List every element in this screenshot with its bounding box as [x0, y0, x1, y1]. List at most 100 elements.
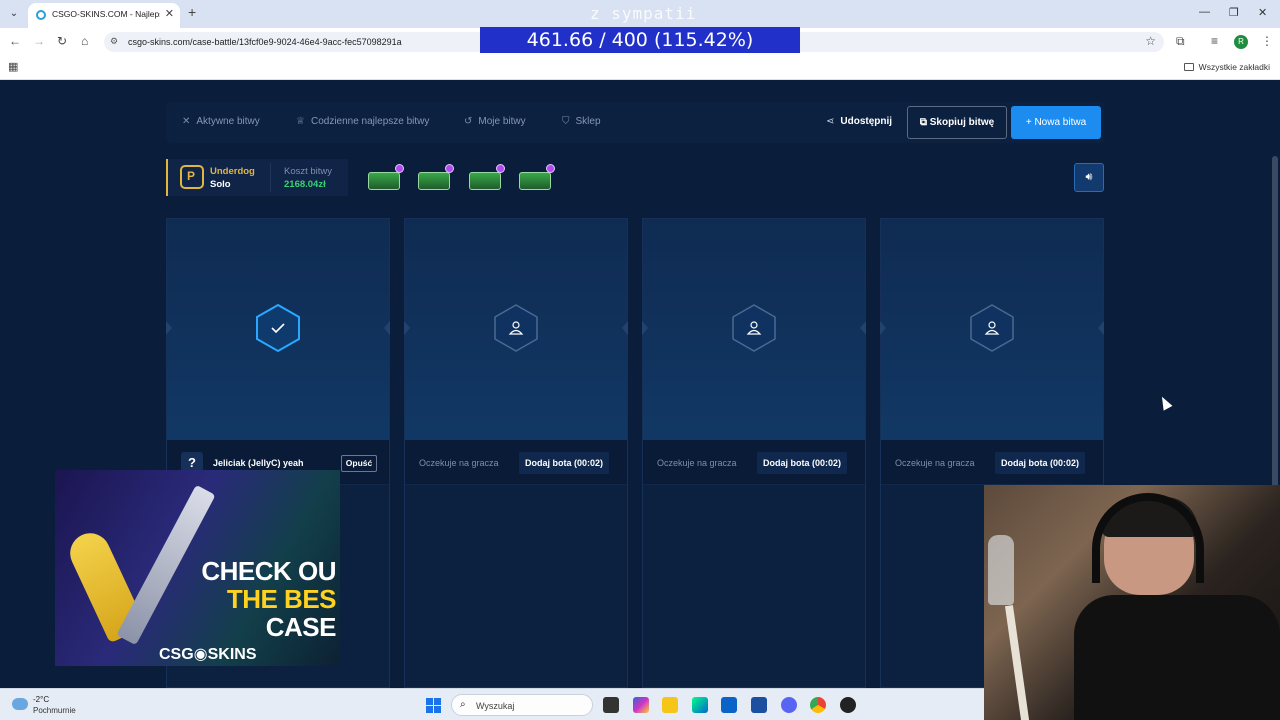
waiting-label: Oczekuje na gracza [419, 458, 499, 468]
case-image [469, 172, 501, 190]
store-icon[interactable] [751, 697, 767, 713]
profile-avatar[interactable]: R [1234, 35, 1248, 49]
nav-daily-best[interactable]: ♕ Codzienne najlepsze bitwy [296, 116, 429, 127]
task-view-icon[interactable] [603, 697, 619, 713]
case-badge [395, 164, 404, 173]
copilot-icon[interactable] [633, 697, 649, 713]
weather-condition: Pochmurnie [33, 706, 76, 715]
extensions-icon[interactable]: ⧉ [1176, 34, 1185, 49]
browser-tab-bar: ⌄ CSGO-SKINS.COM - Najlepsze ✕ + z sympa… [0, 0, 1280, 28]
slot-player-bar: Oczekuje na gracza Dodaj bota (00:02) [643, 439, 865, 485]
waiting-label: Oczekuje na gracza [657, 458, 737, 468]
discord-icon[interactable] [781, 697, 797, 713]
new-battle-button[interactable]: + Nowa bitwa [1011, 106, 1101, 139]
divider [270, 163, 271, 192]
ready-check-icon [256, 303, 300, 353]
outlook-icon[interactable] [721, 697, 737, 713]
tab-close-icon[interactable]: ✕ [165, 7, 174, 20]
cloud-icon[interactable] [12, 698, 28, 710]
search-icon: ⌕ [460, 699, 466, 710]
copy-icon: ⧉ [919, 117, 930, 128]
ad-line-2: THE BES [226, 584, 337, 614]
chrome-icon[interactable] [810, 697, 826, 713]
file-explorer-icon[interactable] [662, 697, 678, 713]
app-icon[interactable] [840, 697, 856, 713]
add-bot-button[interactable]: Dodaj bota (00:02) [519, 452, 610, 474]
nav-label: Aktywne bitwy [196, 116, 260, 127]
waiting-label: Oczekuje na gracza [895, 458, 975, 468]
case-thumbnail[interactable] [418, 164, 454, 190]
site-favicon-icon [36, 10, 46, 20]
streamer-webcam [984, 485, 1280, 720]
nav-label: Sklep [575, 116, 601, 127]
media-icon[interactable]: ≡ [1211, 34, 1218, 48]
sound-toggle-button[interactable]: 🔊︎ [1074, 163, 1104, 192]
case-thumbnail[interactable] [469, 164, 505, 190]
case-image [368, 172, 400, 190]
reel-left-marker [404, 321, 410, 335]
copy-battle-button[interactable]: ⧉ Skopiuj bitwę [907, 106, 1007, 139]
close-window-icon[interactable]: ✕ [1258, 6, 1267, 19]
battle-mode-info: Underdog Solo Koszt bitwy 2168.04zł [166, 159, 348, 196]
reel-left-marker [880, 321, 886, 335]
bookmark-star-icon[interactable]: ☆ [1145, 34, 1156, 48]
minimize-icon[interactable]: — [1199, 6, 1210, 18]
cost-label: Koszt bitwy [284, 166, 333, 177]
player-name: Jeliciak (JellyC) yeah [213, 458, 304, 468]
windows-start-icon[interactable] [426, 698, 441, 713]
case-badge [546, 164, 555, 173]
case-thumbnail[interactable] [368, 164, 404, 190]
reload-icon[interactable]: ↻ [57, 34, 67, 48]
ad-brand-logo: CSG◉SKINS [159, 646, 257, 663]
restore-icon[interactable]: ❐ [1229, 6, 1239, 19]
back-icon[interactable]: ← [9, 34, 21, 48]
mode-type: Solo [210, 179, 231, 190]
nav-my-battles[interactable]: ↺ Moje bitwy [464, 116, 526, 127]
add-bot-button[interactable]: Dodaj bota (00:02) [757, 452, 848, 474]
slot-reel [166, 219, 390, 439]
ad-line-1: CHECK OU [201, 556, 336, 586]
site-info-icon[interactable]: ⚙ [110, 36, 118, 47]
apps-grid-icon[interactable]: ▦ [8, 60, 18, 73]
all-bookmarks-label: Wszystkie zakładki [1198, 62, 1270, 72]
bottle-image [988, 535, 1014, 605]
cost-value: 2168.04zł [284, 179, 326, 190]
reel-right-marker [860, 321, 866, 335]
home-icon[interactable]: ⌂ [81, 34, 88, 48]
tab-search-chevron-icon[interactable]: ⌄ [6, 6, 22, 22]
nav-active-battles[interactable]: ✕ Aktywne bitwy [182, 116, 260, 127]
user-placeholder-icon [494, 304, 538, 352]
search-placeholder: Wyszukaj [476, 701, 515, 711]
battle-navbar: ✕ Aktywne bitwy ♕ Codzienne najlepsze bitw… [166, 102, 1104, 143]
nav-shop[interactable]: ⛉ Sklep [562, 116, 601, 127]
url-text: csgo-skins.com/case-battle/13fcf0e9-9024… [128, 37, 402, 47]
slot-reel [880, 219, 1104, 439]
case-badge [445, 164, 454, 173]
menu-kebab-icon[interactable]: ⋮ [1261, 34, 1273, 48]
reel-right-marker [622, 321, 628, 335]
slot-player-bar: Oczekuje na gracza Dodaj bota (00:02) [881, 439, 1103, 485]
forward-icon[interactable]: → [33, 34, 45, 48]
nav-label: Codzienne najlepsze bitwy [310, 116, 430, 127]
case-thumbnail[interactable] [519, 164, 555, 190]
sponsor-ad-overlay: CHECK OU THE BES CASE CSG◉SKINS [55, 470, 340, 666]
stream-overlay-caption: z sympatii [590, 4, 697, 23]
add-bot-button[interactable]: Dodaj bota (00:02) [995, 452, 1086, 474]
new-tab-icon[interactable]: + [188, 4, 196, 20]
all-bookmarks-link[interactable]: Wszystkie zakładki [1183, 62, 1270, 72]
browser-tab[interactable]: CSGO-SKINS.COM - Najlepsze ✕ [28, 3, 180, 28]
edge-icon[interactable] [692, 697, 708, 713]
new-battle-label: Nowa bitwa [1034, 117, 1087, 128]
taskbar-search[interactable]: ⌕ Wyszukaj [451, 694, 593, 716]
underdog-mode-icon [180, 165, 204, 189]
share-button[interactable]: ⋖ Udostępnij [826, 116, 892, 127]
leave-button[interactable]: Opuść [341, 455, 377, 472]
ad-line-3: CASE [265, 612, 337, 642]
stick-image [1004, 605, 1032, 720]
user-placeholder-icon [732, 304, 776, 352]
user-placeholder-icon [970, 304, 1014, 352]
reel-left-marker [642, 321, 648, 335]
case-badge [496, 164, 505, 173]
streamer-body [1074, 595, 1280, 720]
page-scrollbar[interactable] [1272, 156, 1278, 531]
